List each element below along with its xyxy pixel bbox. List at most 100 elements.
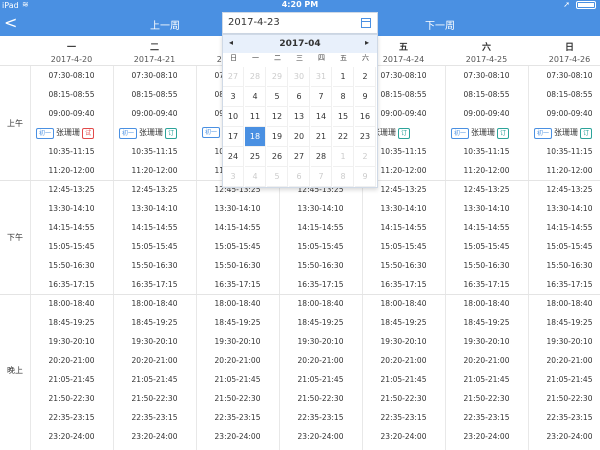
date-picker-day[interactable]: 8 <box>333 167 354 187</box>
time-slot[interactable]: 15:05-15:45 <box>196 240 279 254</box>
time-slot[interactable]: 16:35-17:15 <box>196 278 279 292</box>
time-slot[interactable]: 18:00-18:40 <box>196 297 279 311</box>
time-slot[interactable]: 18:45-19:25 <box>113 316 196 330</box>
time-slot[interactable]: 23:20-24:00 <box>196 430 279 444</box>
date-picker-day[interactable]: 24 <box>223 147 244 167</box>
time-slot[interactable]: 11:20-12:00 <box>113 164 196 178</box>
date-picker-day[interactable]: 21 <box>311 127 332 147</box>
time-slot[interactable]: 15:50-16:30 <box>279 259 362 273</box>
time-slot[interactable]: 23:20-24:00 <box>30 430 113 444</box>
time-slot[interactable]: 14:15-14:55 <box>528 221 600 235</box>
time-slot[interactable]: 08:15-08:55 <box>528 88 600 102</box>
date-picker-day[interactable]: 17 <box>223 127 244 147</box>
time-slot[interactable]: 20:20-21:00 <box>30 354 113 368</box>
time-slot[interactable]: 10:35-11:15 <box>30 145 113 159</box>
time-slot[interactable]: 15:50-16:30 <box>445 259 528 273</box>
time-slot[interactable]: 21:50-22:30 <box>528 392 600 406</box>
time-slot[interactable]: 19:30-20:10 <box>528 335 600 349</box>
date-picker-day[interactable]: 3 <box>223 87 244 107</box>
date-picker-day[interactable]: 15 <box>333 107 354 127</box>
time-slot[interactable]: 13:30-14:10 <box>30 202 113 216</box>
date-picker-day[interactable]: 18 <box>245 127 266 147</box>
time-slot[interactable]: 21:50-22:30 <box>30 392 113 406</box>
time-slot[interactable]: 09:00-09:40 <box>528 107 600 121</box>
time-slot[interactable]: 09:00-09:40 <box>113 107 196 121</box>
time-slot[interactable]: 18:45-19:25 <box>528 316 600 330</box>
time-slot[interactable]: 14:15-14:55 <box>279 221 362 235</box>
time-slot[interactable]: 21:05-21:45 <box>113 373 196 387</box>
date-picker-day[interactable]: 19 <box>267 127 288 147</box>
date-picker-day[interactable]: 28 <box>311 147 332 167</box>
time-slot[interactable]: 10:35-11:15 <box>445 145 528 159</box>
calendar-icon[interactable] <box>361 18 371 28</box>
date-picker-day[interactable]: 20 <box>289 127 310 147</box>
date-picker-day[interactable]: 4 <box>245 87 266 107</box>
time-slot[interactable]: 12:45-13:25 <box>113 183 196 197</box>
date-picker-day[interactable]: 29 <box>267 67 288 87</box>
time-slot[interactable]: 16:35-17:15 <box>113 278 196 292</box>
date-picker-day[interactable]: 13 <box>289 107 310 127</box>
back-chevron-icon[interactable]: < <box>4 13 20 33</box>
time-slot[interactable]: 20:20-21:00 <box>528 354 600 368</box>
time-slot[interactable]: 18:45-19:25 <box>279 316 362 330</box>
time-slot[interactable]: 20:20-21:00 <box>279 354 362 368</box>
time-slot[interactable]: 23:20-24:00 <box>445 430 528 444</box>
date-picker-day[interactable]: 2 <box>355 67 376 87</box>
time-slot[interactable]: 22:35-23:15 <box>362 411 445 425</box>
prev-week-button[interactable]: 上一周 <box>150 17 180 32</box>
time-slot[interactable]: 13:30-14:10 <box>362 202 445 216</box>
time-slot[interactable]: 07:30-08:10 <box>30 69 113 83</box>
time-slot[interactable]: 19:30-20:10 <box>113 335 196 349</box>
time-slot[interactable]: 16:35-17:15 <box>279 278 362 292</box>
time-slot[interactable]: 15:05-15:45 <box>113 240 196 254</box>
date-picker-day[interactable]: 1 <box>333 67 354 87</box>
time-slot[interactable]: 15:50-16:30 <box>113 259 196 273</box>
time-slot[interactable]: 23:20-24:00 <box>362 430 445 444</box>
time-slot[interactable]: 18:00-18:40 <box>362 297 445 311</box>
time-slot[interactable]: 18:45-19:25 <box>30 316 113 330</box>
time-slot[interactable]: 15:05-15:45 <box>30 240 113 254</box>
booking-slot[interactable]: 初一 张珊珊订 <box>113 126 196 140</box>
date-picker-day[interactable]: 6 <box>289 87 310 107</box>
time-slot[interactable]: 19:30-20:10 <box>362 335 445 349</box>
time-slot[interactable]: 14:15-14:55 <box>30 221 113 235</box>
date-input[interactable]: 2017-4-23 <box>222 12 378 34</box>
date-picker-day[interactable]: 11 <box>245 107 266 127</box>
time-slot[interactable]: 10:35-11:15 <box>528 145 600 159</box>
time-slot[interactable]: 15:05-15:45 <box>445 240 528 254</box>
date-picker-day[interactable]: 23 <box>355 127 376 147</box>
date-picker-day[interactable]: 14 <box>311 107 332 127</box>
time-slot[interactable]: 21:05-21:45 <box>528 373 600 387</box>
time-slot[interactable]: 22:35-23:15 <box>528 411 600 425</box>
time-slot[interactable]: 11:20-12:00 <box>528 164 600 178</box>
time-slot[interactable]: 15:50-16:30 <box>196 259 279 273</box>
time-slot[interactable]: 11:20-12:00 <box>445 164 528 178</box>
date-picker-day[interactable]: 3 <box>223 167 244 187</box>
time-slot[interactable]: 21:05-21:45 <box>196 373 279 387</box>
time-slot[interactable]: 18:00-18:40 <box>279 297 362 311</box>
next-week-button[interactable]: 下一周 <box>425 17 455 32</box>
time-slot[interactable]: 15:05-15:45 <box>528 240 600 254</box>
date-picker-day[interactable]: 10 <box>223 107 244 127</box>
date-picker-day[interactable]: 7 <box>311 87 332 107</box>
next-month-button[interactable]: ▸ <box>365 38 369 47</box>
time-slot[interactable]: 18:45-19:25 <box>445 316 528 330</box>
time-slot[interactable]: 21:50-22:30 <box>445 392 528 406</box>
time-slot[interactable]: 16:35-17:15 <box>528 278 600 292</box>
time-slot[interactable]: 22:35-23:15 <box>279 411 362 425</box>
time-slot[interactable]: 15:50-16:30 <box>362 259 445 273</box>
time-slot[interactable]: 19:30-20:10 <box>196 335 279 349</box>
date-picker-day[interactable]: 27 <box>289 147 310 167</box>
date-picker-day[interactable]: 9 <box>355 167 376 187</box>
date-picker-day[interactable]: 25 <box>245 147 266 167</box>
time-slot[interactable]: 13:30-14:10 <box>113 202 196 216</box>
time-slot[interactable]: 07:30-08:10 <box>445 69 528 83</box>
time-slot[interactable]: 14:15-14:55 <box>196 221 279 235</box>
time-slot[interactable]: 18:45-19:25 <box>196 316 279 330</box>
time-slot[interactable]: 23:20-24:00 <box>279 430 362 444</box>
date-picker-day[interactable]: 2 <box>355 147 376 167</box>
time-slot[interactable]: 20:20-21:00 <box>362 354 445 368</box>
time-slot[interactable]: 12:45-13:25 <box>528 183 600 197</box>
time-slot[interactable]: 18:00-18:40 <box>113 297 196 311</box>
time-slot[interactable]: 13:30-14:10 <box>196 202 279 216</box>
